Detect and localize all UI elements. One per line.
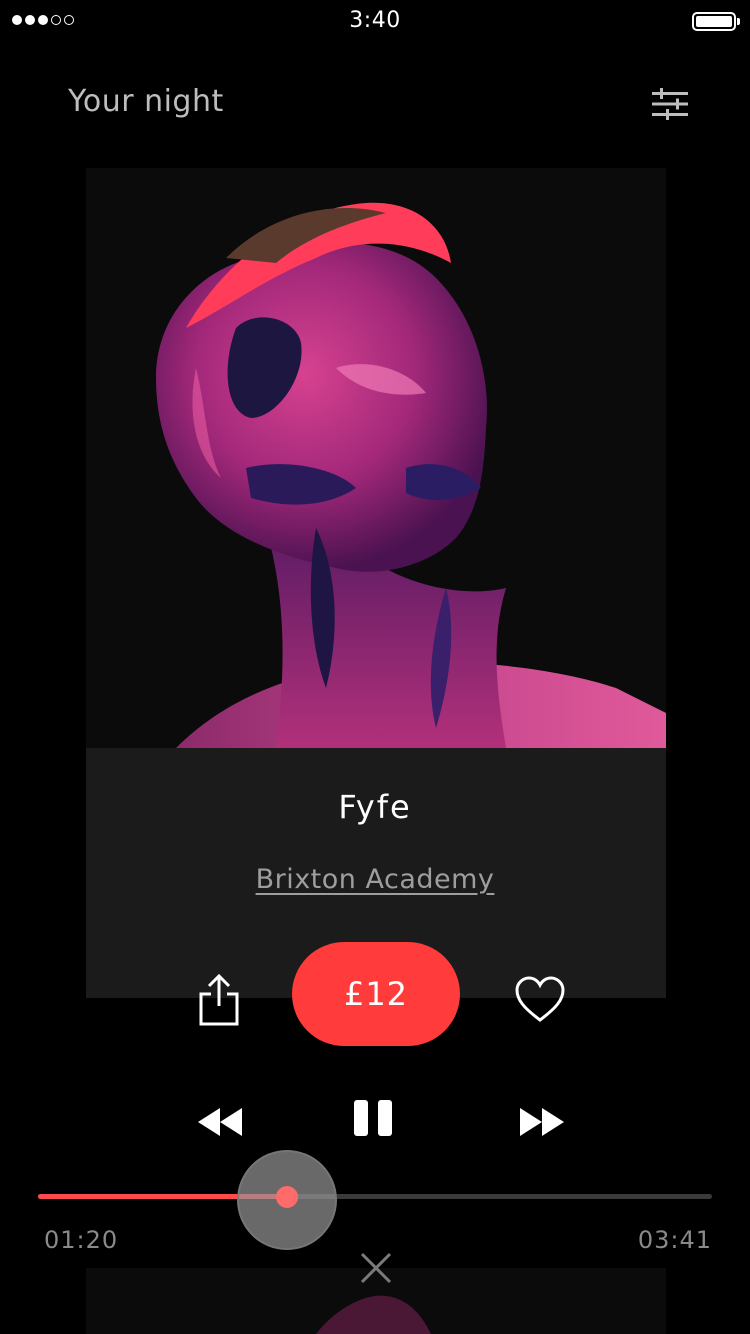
pause-icon[interactable] [350,1098,398,1138]
share-icon[interactable] [196,972,242,1028]
artist-name: Fyfe [338,788,412,826]
buy-ticket-button[interactable]: £12 [292,942,460,1046]
rewind-icon[interactable] [196,1102,246,1142]
status-time: 3:40 [349,8,401,33]
elapsed-time: 01:20 [44,1226,119,1254]
fast-forward-icon[interactable] [516,1102,566,1142]
heart-icon[interactable] [514,976,566,1024]
status-bar: 3:40 [0,0,750,40]
close-icon[interactable] [356,1248,396,1288]
battery-icon [692,12,740,31]
total-time: 03:41 [637,1226,712,1254]
progress-track[interactable] [38,1194,712,1199]
venue-link[interactable]: Brixton Academy [0,864,750,895]
sliders-icon[interactable] [650,88,690,120]
page-title: Your night [68,84,224,119]
painted-face-artwork [86,168,666,748]
